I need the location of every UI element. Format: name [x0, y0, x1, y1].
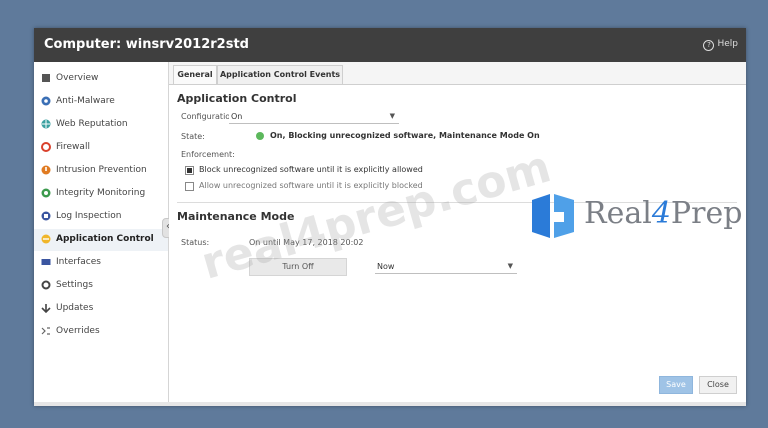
- window-bottom-edge: [34, 402, 746, 406]
- firewall-icon: [41, 142, 51, 152]
- help-link[interactable]: ? Help: [703, 39, 738, 51]
- sidebar-item-application-control[interactable]: Application Control: [34, 229, 168, 251]
- sidebar-item-label: Integrity Monitoring: [56, 188, 146, 198]
- updates-icon: [41, 304, 51, 313]
- sidebar-item-log-inspection[interactable]: Log Inspection: [34, 206, 168, 228]
- sidebar-item-label: Overview: [56, 73, 99, 83]
- state-value: On, Blocking unrecognized software, Main…: [270, 131, 540, 140]
- sidebar-item-label: Web Reputation: [56, 119, 128, 129]
- window-title: Computer: winsrv2012r2std: [44, 37, 249, 52]
- intrusion-prevention-icon: [41, 165, 51, 175]
- maintenance-duration-value: Now: [377, 262, 395, 271]
- sidebar: Overview Anti-Malware Web Reputation Firewa…: [34, 62, 169, 402]
- sidebar-item-label: Firewall: [56, 142, 90, 152]
- chevron-down-icon: ▼: [507, 262, 513, 270]
- web-reputation-icon: [41, 119, 51, 129]
- chevron-down-icon: ▼: [389, 112, 395, 120]
- application-control-icon: [41, 234, 51, 244]
- sidebar-item-label: Interfaces: [56, 257, 101, 267]
- sidebar-item-overview[interactable]: Overview: [34, 68, 168, 90]
- maintenance-duration-select[interactable]: Now ▼: [375, 260, 517, 274]
- integrity-monitoring-icon: [41, 188, 51, 198]
- settings-icon: [41, 280, 51, 290]
- tab-bar: General Application Control Events: [169, 62, 746, 85]
- save-button[interactable]: Save: [659, 376, 693, 394]
- help-icon: ?: [703, 40, 715, 51]
- sidebar-item-web-reputation[interactable]: Web Reputation: [34, 114, 168, 136]
- enforcement-block-radio[interactable]: [185, 166, 194, 175]
- sidebar-item-label: Anti-Malware: [56, 96, 115, 106]
- sidebar-item-interfaces[interactable]: Interfaces: [34, 252, 168, 274]
- enforcement-label: Enforcement:: [181, 150, 235, 159]
- sidebar-item-label: Application Control: [56, 234, 154, 244]
- sidebar-item-anti-malware[interactable]: Anti-Malware: [34, 91, 168, 113]
- sidebar-item-label: Updates: [56, 303, 94, 313]
- sidebar-item-updates[interactable]: Updates: [34, 298, 168, 320]
- sidebar-item-intrusion-prevention[interactable]: Intrusion Prevention: [34, 160, 168, 182]
- sidebar-item-label: Settings: [56, 280, 93, 290]
- tab-general[interactable]: General: [173, 65, 217, 84]
- overrides-icon: [41, 327, 50, 335]
- tab-application-control-events[interactable]: Application Control Events: [217, 65, 343, 84]
- enforcement-block-label: Block unrecognized software until it is …: [199, 165, 423, 174]
- help-label: Help: [717, 39, 738, 49]
- sidebar-item-overrides[interactable]: Overrides: [34, 321, 168, 343]
- application-control-heading: Application Control: [177, 92, 297, 105]
- log-inspection-icon: [41, 211, 51, 221]
- enforcement-allow-radio[interactable]: [185, 182, 194, 191]
- title-bar: Computer: winsrv2012r2std ? Help: [34, 28, 746, 62]
- watermark-logo-icon: [532, 194, 574, 238]
- state-label: State:: [181, 132, 205, 141]
- configuration-value: On: [231, 112, 243, 121]
- state-status-icon: [256, 132, 264, 140]
- close-button[interactable]: Close: [699, 376, 737, 394]
- sidebar-item-label: Log Inspection: [56, 211, 122, 221]
- overview-icon: [42, 74, 50, 82]
- sidebar-item-settings[interactable]: Settings: [34, 275, 168, 297]
- anti-malware-icon: [41, 96, 51, 106]
- sidebar-item-label: Overrides: [56, 326, 100, 336]
- watermark-brand-text: Real4Prep: [584, 196, 743, 231]
- sidebar-item-integrity-monitoring[interactable]: Integrity Monitoring: [34, 183, 168, 205]
- interfaces-icon: [41, 259, 51, 265]
- sidebar-item-firewall[interactable]: Firewall: [34, 137, 168, 159]
- configuration-select[interactable]: On ▼: [229, 110, 399, 124]
- sidebar-item-label: Intrusion Prevention: [56, 165, 147, 175]
